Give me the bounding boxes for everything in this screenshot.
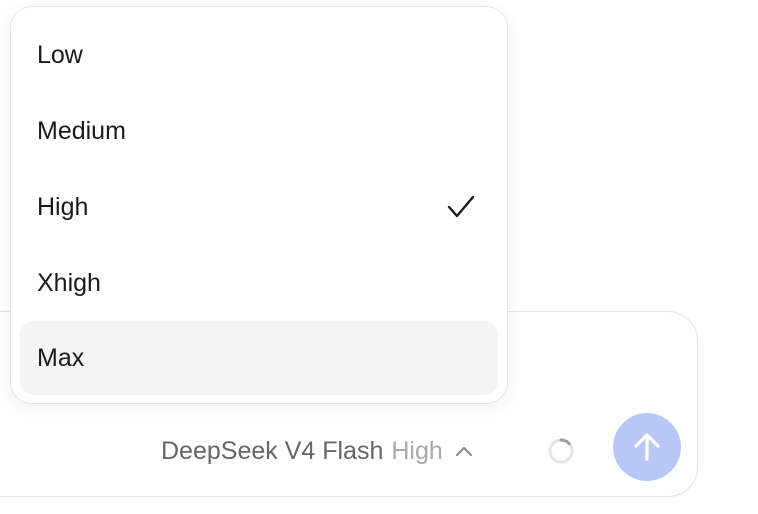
arrow-up-icon [634, 433, 660, 461]
model-name: DeepSeek V4 Flash [161, 436, 384, 465]
send-button[interactable] [613, 413, 681, 481]
menu-item-label: High [37, 192, 89, 221]
loading-spinner-icon [547, 437, 575, 465]
menu-item-xhigh[interactable]: Xhigh [20, 246, 498, 320]
menu-item-high[interactable]: High [20, 170, 498, 244]
effort-label: High [391, 436, 443, 465]
chevron-up-icon [453, 440, 475, 462]
menu-item-label: Xhigh [37, 268, 101, 297]
checkmark-icon [446, 192, 476, 222]
effort-dropdown-menu: Low Medium High Xhigh Max [10, 6, 508, 404]
menu-item-low[interactable]: Low [20, 18, 498, 92]
menu-item-medium[interactable]: Medium [20, 94, 498, 168]
menu-item-label: Max [37, 343, 85, 372]
menu-item-label: Low [37, 40, 83, 69]
menu-item-max[interactable]: Max [20, 321, 498, 395]
model-effort-selector[interactable]: DeepSeek V4 Flash High [161, 434, 475, 468]
app-stage: DeepSeek V4 Flash High Low Medium High X… [0, 0, 758, 514]
menu-item-label: Medium [37, 116, 126, 145]
